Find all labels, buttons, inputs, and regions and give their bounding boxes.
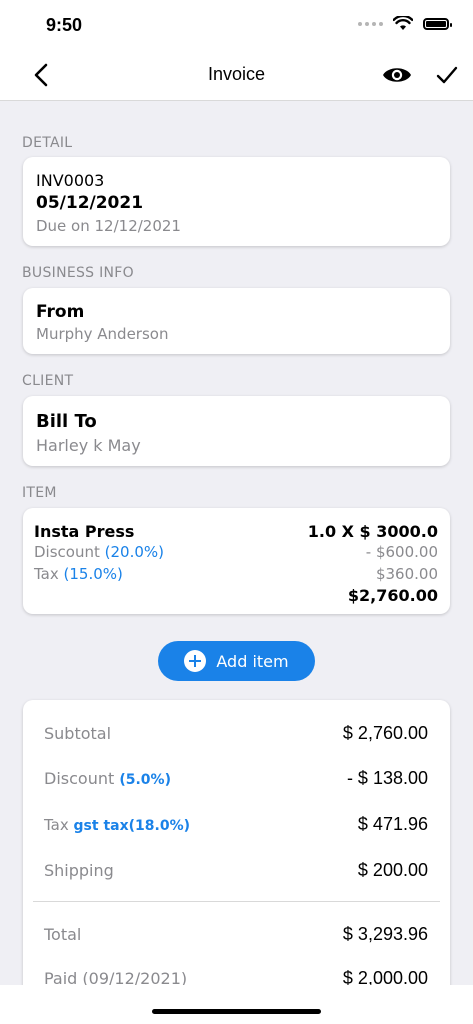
item-discount: Discount (20.0%) <box>34 543 164 561</box>
section-label-item: ITEM <box>22 485 57 501</box>
item-discount-pct: (20.0%) <box>104 543 164 561</box>
item-card[interactable]: Insta Press Discount (20.0%) Tax (15.0%)… <box>23 508 450 614</box>
item-total: $2,760.00 <box>347 586 438 605</box>
discount-label-group: Discount (5.0%) <box>44 769 171 788</box>
tax-name: gst tax(18.0%) <box>73 817 190 834</box>
plus-circle-icon <box>184 650 207 672</box>
item-tax-label: Tax <box>34 565 59 583</box>
home-bar-area <box>0 985 473 1024</box>
subtotal-value: $ 2,760.00 <box>342 723 428 743</box>
add-item-label: Add item <box>216 651 289 671</box>
client-heading: Bill To <box>36 411 97 432</box>
invoice-number: INV0003 <box>36 171 105 190</box>
total-row: Total $ 3,293.96 <box>44 924 428 945</box>
item-tax-pct: (15.0%) <box>63 565 123 583</box>
item-qty-price: 1.0 X $ 3000.0 <box>307 522 438 541</box>
nav-bar: Invoice <box>0 50 473 101</box>
detail-card[interactable]: INV0003 05/12/2021 Due on 12/12/2021 <box>23 157 450 246</box>
total-label: Total <box>44 925 82 944</box>
item-discount-label: Discount <box>34 543 100 561</box>
business-heading: From <box>36 302 85 322</box>
section-label-client: CLIENT <box>22 373 74 389</box>
wifi-icon <box>393 16 413 30</box>
subtotal-label: Subtotal <box>44 724 112 743</box>
battery-icon <box>423 17 452 30</box>
add-item-button[interactable]: Add item <box>158 641 315 681</box>
item-name: Insta Press <box>34 522 135 541</box>
shipping-row[interactable]: Shipping $ 200.00 <box>44 860 428 881</box>
discount-row[interactable]: Discount (5.0%) - $ 138.00 <box>44 768 428 789</box>
tax-row[interactable]: Tax gst tax(18.0%) $ 471.96 <box>44 814 428 835</box>
discount-label: Discount <box>44 769 115 788</box>
client-card[interactable]: Bill To Harley k May <box>23 396 450 466</box>
item-discount-value: - $600.00 <box>365 543 438 561</box>
invoice-date: 05/12/2021 <box>36 193 144 213</box>
status-bar: 9:50 <box>0 0 473 50</box>
shipping-value: $ 200.00 <box>357 860 428 880</box>
shipping-label: Shipping <box>44 861 114 880</box>
discount-pct: (5.0%) <box>119 772 171 788</box>
business-name: Murphy Anderson <box>36 325 169 343</box>
save-check-icon[interactable] <box>436 64 458 86</box>
subtotal-row: Subtotal $ 2,760.00 <box>44 723 428 744</box>
preview-eye-icon[interactable] <box>382 65 412 85</box>
summary-divider <box>33 901 440 902</box>
home-indicator <box>152 1009 321 1014</box>
tax-label-group: Tax gst tax(18.0%) <box>44 816 190 834</box>
section-label-business: BUSINESS INFO <box>22 265 134 281</box>
client-name: Harley k May <box>36 436 141 455</box>
item-tax-value: $360.00 <box>375 565 438 583</box>
signal-icon <box>358 21 383 26</box>
tax-label: Tax <box>44 815 69 834</box>
discount-value: - $ 138.00 <box>346 768 428 788</box>
item-tax: Tax (15.0%) <box>34 565 123 583</box>
section-label-detail: DETAIL <box>22 135 73 151</box>
business-card[interactable]: From Murphy Anderson <box>23 288 450 354</box>
status-icons <box>358 16 452 31</box>
summary-card: Subtotal $ 2,760.00 Discount (5.0%) - $ … <box>23 700 450 1000</box>
tax-value: $ 471.96 <box>357 814 428 834</box>
status-time: 9:50 <box>46 15 83 35</box>
total-value: $ 3,293.96 <box>342 924 428 944</box>
invoice-due: Due on 12/12/2021 <box>36 217 181 235</box>
